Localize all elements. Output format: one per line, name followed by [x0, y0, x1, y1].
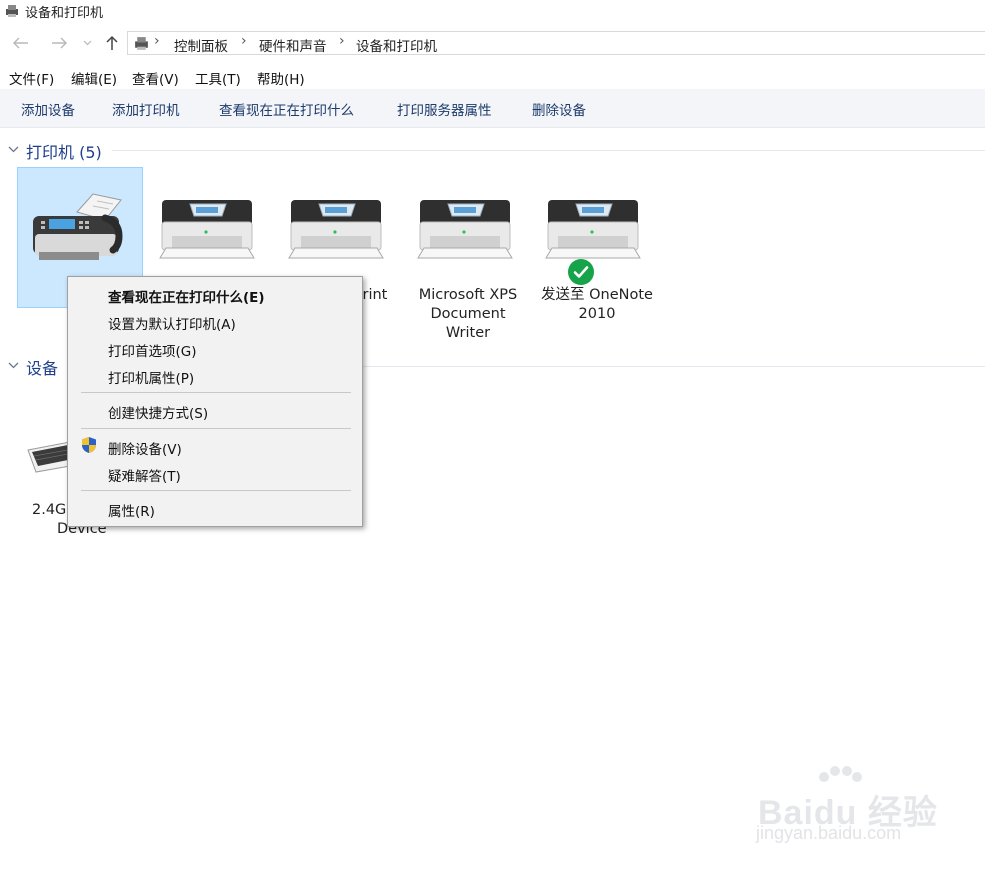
watermark-url: jingyan.baidu.com — [756, 823, 902, 843]
ctx-properties[interactable]: 属性(R) — [108, 500, 155, 520]
menu-tools[interactable]: 工具(T) — [195, 68, 241, 88]
up-button[interactable] — [100, 28, 124, 58]
ctx-set-default-printer[interactable]: 设置为默认打印机(A) — [108, 313, 236, 333]
recent-locations-button[interactable] — [78, 28, 96, 58]
print-server-properties-button[interactable]: 打印服务器属性 — [397, 99, 492, 119]
remove-device-button[interactable]: 删除设备 — [532, 99, 586, 119]
menu-help[interactable]: 帮助(H) — [257, 68, 305, 88]
breadcrumb-separator-icon: › — [154, 33, 160, 49]
chevron-down-icon — [83, 40, 91, 46]
context-menu: 查看现在正在打印什么(E) 设置为默认打印机(A) 打印首选项(G) 打印机属性… — [67, 276, 363, 527]
breadcrumb-devices-printers[interactable]: 设备和打印机 — [356, 35, 437, 55]
menu-file[interactable]: 文件(F) — [9, 68, 54, 88]
ctx-troubleshoot[interactable]: 疑难解答(T) — [108, 465, 181, 485]
back-button[interactable] — [9, 28, 33, 58]
add-printer-button[interactable]: 添加打印机 — [112, 99, 180, 119]
printer-tile-onenote[interactable] — [533, 170, 657, 326]
arrow-up-icon — [106, 35, 118, 50]
group-divider — [112, 150, 985, 151]
chevron-down-icon — [8, 146, 19, 153]
navigation-row: › 控制面板 › 硬件和声音 › 设备和打印机 — [0, 28, 985, 58]
menu-separator — [81, 490, 351, 491]
address-bar[interactable]: › 控制面板 › 硬件和声音 › 设备和打印机 — [127, 31, 985, 55]
see-whats-printing-button[interactable]: 查看现在正在打印什么 — [219, 99, 354, 119]
ctx-see-whats-printing[interactable]: 查看现在正在打印什么(E) — [108, 286, 265, 306]
control-panel-icon — [135, 37, 148, 50]
printer-tile-xps[interactable] — [405, 170, 529, 346]
chevron-down-icon — [8, 362, 19, 369]
group-divider — [362, 366, 985, 367]
menu-bar: 文件(F) 编辑(E) 查看(V) 工具(T) 帮助(H) — [0, 65, 985, 89]
fax-icon — [33, 193, 123, 260]
ctx-create-shortcut[interactable]: 创建快捷方式(S) — [108, 402, 208, 422]
command-bar: 添加设备 添加打印机 查看现在正在打印什么 打印服务器属性 删除设备 — [0, 89, 985, 128]
arrow-right-icon — [52, 37, 67, 49]
device-tile-keyboard[interactable] — [18, 396, 68, 546]
menu-edit[interactable]: 编辑(E) — [71, 68, 117, 88]
devices-group-title: 设备 — [26, 359, 59, 378]
breadcrumb-separator-icon: › — [339, 33, 345, 49]
breadcrumb-hardware-sound[interactable]: 硬件和声音 — [259, 35, 327, 55]
ctx-printing-preferences[interactable]: 打印首选项(G) — [108, 340, 197, 360]
forward-button[interactable] — [47, 28, 71, 58]
baidu-watermark: Baidu 经验 jingyan.baidu.com — [750, 765, 950, 855]
printers-group-header[interactable]: 打印机 (5) — [0, 139, 985, 162]
uac-shield-icon — [82, 437, 96, 453]
printers-group-title: 打印机 (5) — [26, 143, 102, 162]
breadcrumb-separator-icon: › — [241, 33, 247, 49]
add-device-button[interactable]: 添加设备 — [21, 99, 75, 119]
title-bar: 设备和打印机 — [0, 0, 985, 22]
arrow-left-icon — [13, 37, 28, 49]
menu-separator — [81, 392, 351, 393]
ctx-remove-device[interactable]: 删除设备(V) — [108, 438, 182, 458]
breadcrumb-control-panel[interactable]: 控制面板 — [174, 35, 228, 55]
window-title: 设备和打印机 — [25, 6, 104, 21]
devices-printers-icon — [6, 5, 18, 17]
ctx-printer-properties[interactable]: 打印机属性(P) — [108, 367, 194, 387]
menu-separator — [81, 428, 351, 429]
menu-view[interactable]: 查看(V) — [132, 68, 179, 88]
